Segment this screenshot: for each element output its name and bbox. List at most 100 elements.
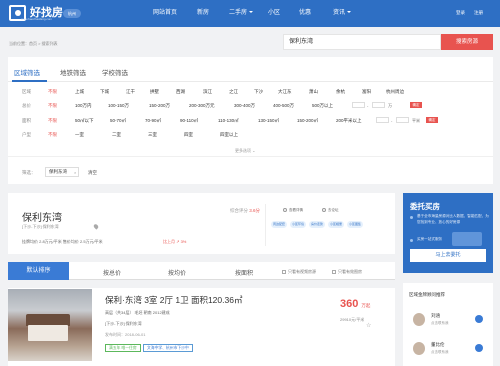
price-option[interactable]: 150-200万 (149, 103, 170, 109)
favorite-star-icon[interactable]: ☆ (366, 322, 371, 329)
community-tag-pill[interactable]: 周边配套 (271, 221, 287, 228)
agent-name[interactable]: 董比伦 (431, 342, 445, 348)
price-option[interactable]: 不限 (48, 103, 57, 109)
checkbox-icon (332, 269, 336, 274)
area-option[interactable]: 下城 (100, 89, 109, 95)
agent-contact[interactable]: 点击联系我 (431, 321, 449, 326)
nav-news[interactable]: 资讯 (333, 9, 352, 17)
size-option[interactable]: 70-90㎡ (145, 118, 161, 124)
area-option[interactable]: 之江 (229, 89, 238, 95)
sort-default-tab[interactable]: 默认排序 (8, 262, 69, 280)
layout-option[interactable]: 二室 (112, 132, 121, 138)
login-link[interactable]: 登录 (456, 10, 465, 16)
size-option[interactable]: 110-130㎡ (218, 118, 239, 124)
search-input[interactable]: 保利东湾 (283, 34, 441, 50)
view-details-link[interactable]: 查看详情 (289, 208, 303, 213)
price-min-input[interactable] (352, 102, 365, 108)
area-option[interactable]: 杭州周边 (386, 89, 404, 95)
video-only-checkbox[interactable]: 只看有视频房源 (282, 269, 316, 275)
layout-option[interactable]: 四室 (184, 132, 193, 138)
filter-label-layout: 户型 (22, 132, 31, 137)
layout-option[interactable]: 三室 (148, 132, 157, 138)
search-button[interactable]: 搜索房源 (441, 34, 493, 50)
nav-home[interactable]: 网站首页 (153, 9, 177, 17)
register-link[interactable]: 注册 (474, 10, 483, 16)
bullet-icon (410, 216, 413, 219)
nav-new-homes[interactable]: 新房 (197, 9, 209, 17)
chat-icon[interactable] (475, 344, 483, 352)
area-option[interactable]: 滨江 (203, 89, 212, 95)
tab-subway-filter[interactable]: 地铁筛选 (60, 67, 86, 77)
image-only-checkbox[interactable]: 只看有效图房 (332, 269, 362, 275)
agent-name[interactable]: 刘涵 (431, 313, 440, 319)
city-switcher[interactable]: 杭州 (63, 9, 81, 18)
size-max-input[interactable] (396, 117, 409, 123)
forum-link[interactable]: 去论坛 (328, 208, 339, 213)
nav-deals[interactable]: 优惠 (299, 9, 311, 17)
area-option[interactable]: 西湖 (176, 89, 185, 95)
filter-divider (8, 156, 493, 157)
chat-icon[interactable] (475, 315, 483, 323)
avatar[interactable] (413, 342, 425, 355)
listing-unit-price: 29910元/平米 (340, 317, 365, 322)
more-options-toggle[interactable]: 更多选项 ⌄ (235, 148, 255, 154)
price-max-input[interactable] (372, 102, 385, 108)
community-tag-pill[interactable]: 小区环境 (290, 221, 306, 228)
price-trend: 比上月 ↗ 3% (163, 239, 187, 244)
area-option[interactable]: 富阳 (362, 89, 371, 95)
area-option[interactable]: 拱墅 (150, 89, 159, 95)
community-tag-pill[interactable]: 小区相册 (328, 221, 344, 228)
size-option[interactable]: 130-150㎡ (258, 118, 279, 124)
layout-option[interactable]: 四室以上 (220, 132, 238, 138)
avatar[interactable] (413, 313, 425, 326)
area-option[interactable]: 不限 (48, 89, 57, 95)
size-option[interactable]: 不限 (48, 118, 57, 124)
price-confirm-button[interactable]: 确定 (410, 102, 422, 108)
tab-area-filter[interactable]: 区域筛选 (14, 67, 40, 77)
layout-option[interactable]: 一室 (75, 132, 84, 138)
community-tag-pill[interactable]: 房价走势 (309, 221, 325, 228)
sort-by-total-price[interactable]: 按总价 (103, 268, 121, 277)
size-option[interactable]: 90-110㎡ (180, 118, 198, 124)
size-unit: 平米 (412, 118, 420, 123)
size-option[interactable]: 50㎡以下 (75, 118, 94, 124)
price-option[interactable]: 100万内 (75, 103, 92, 109)
sort-by-area[interactable]: 按面积 (235, 268, 253, 277)
price-option[interactable]: 400-500万 (273, 103, 294, 109)
promo-description: 基于全市海量房源对比人数据，智能匹配，为您找到专业、放心的好房源 (417, 214, 489, 224)
card-divider (265, 204, 266, 246)
price-option[interactable]: 500万以上 (312, 103, 333, 109)
size-confirm-button[interactable]: 确定 (426, 117, 438, 123)
agent-contact[interactable]: 点击联系我 (431, 350, 449, 355)
nav-resale[interactable]: 二手房 (229, 9, 254, 17)
clear-filters-link[interactable]: 清空 (88, 170, 97, 176)
size-option[interactable]: 50-70㎡ (110, 118, 126, 124)
area-option[interactable]: 大江东 (278, 89, 292, 95)
community-name[interactable]: 保利东湾 (22, 209, 62, 224)
remove-filter-icon[interactable]: × (74, 170, 76, 175)
community-tag-pill[interactable]: 小区图集 (347, 221, 363, 228)
layout-option[interactable]: 不限 (48, 132, 57, 138)
size-option[interactable]: 150-200㎡ (297, 118, 318, 124)
area-option[interactable]: 萧山 (309, 89, 318, 95)
bed-shape (28, 325, 68, 341)
size-min-input[interactable] (376, 117, 389, 123)
sort-by-unit-price[interactable]: 按均价 (168, 268, 186, 277)
listing-price: 360 万起 (340, 298, 371, 310)
promo-illustration (452, 232, 482, 246)
bullet-icon (410, 239, 413, 242)
area-option[interactable]: 上城 (75, 89, 84, 95)
size-option[interactable]: 200平米以上 (336, 118, 362, 124)
listing-title[interactable]: 保利·东湾 3室 2厅 1卫 面积120.36㎡ (105, 294, 242, 306)
price-option[interactable]: 100-150万 (108, 103, 129, 109)
nav-community[interactable]: 小区 (268, 9, 280, 17)
area-option[interactable]: 余杭 (336, 89, 345, 95)
area-option[interactable]: 下沙 (254, 89, 263, 95)
price-option[interactable]: 300-400万 (234, 103, 255, 109)
entrust-button[interactable]: 马上去委托 (410, 249, 486, 262)
tab-school-filter[interactable]: 学校筛选 (102, 67, 128, 77)
area-option[interactable]: 江干 (126, 89, 135, 95)
filter-label-area: 区域 (22, 89, 31, 94)
community-price-stats: 挂牌均价 2.8万元/平米 售价均价 2.5万元/平米 (22, 239, 103, 244)
price-option[interactable]: 200-300万元 (189, 103, 215, 109)
